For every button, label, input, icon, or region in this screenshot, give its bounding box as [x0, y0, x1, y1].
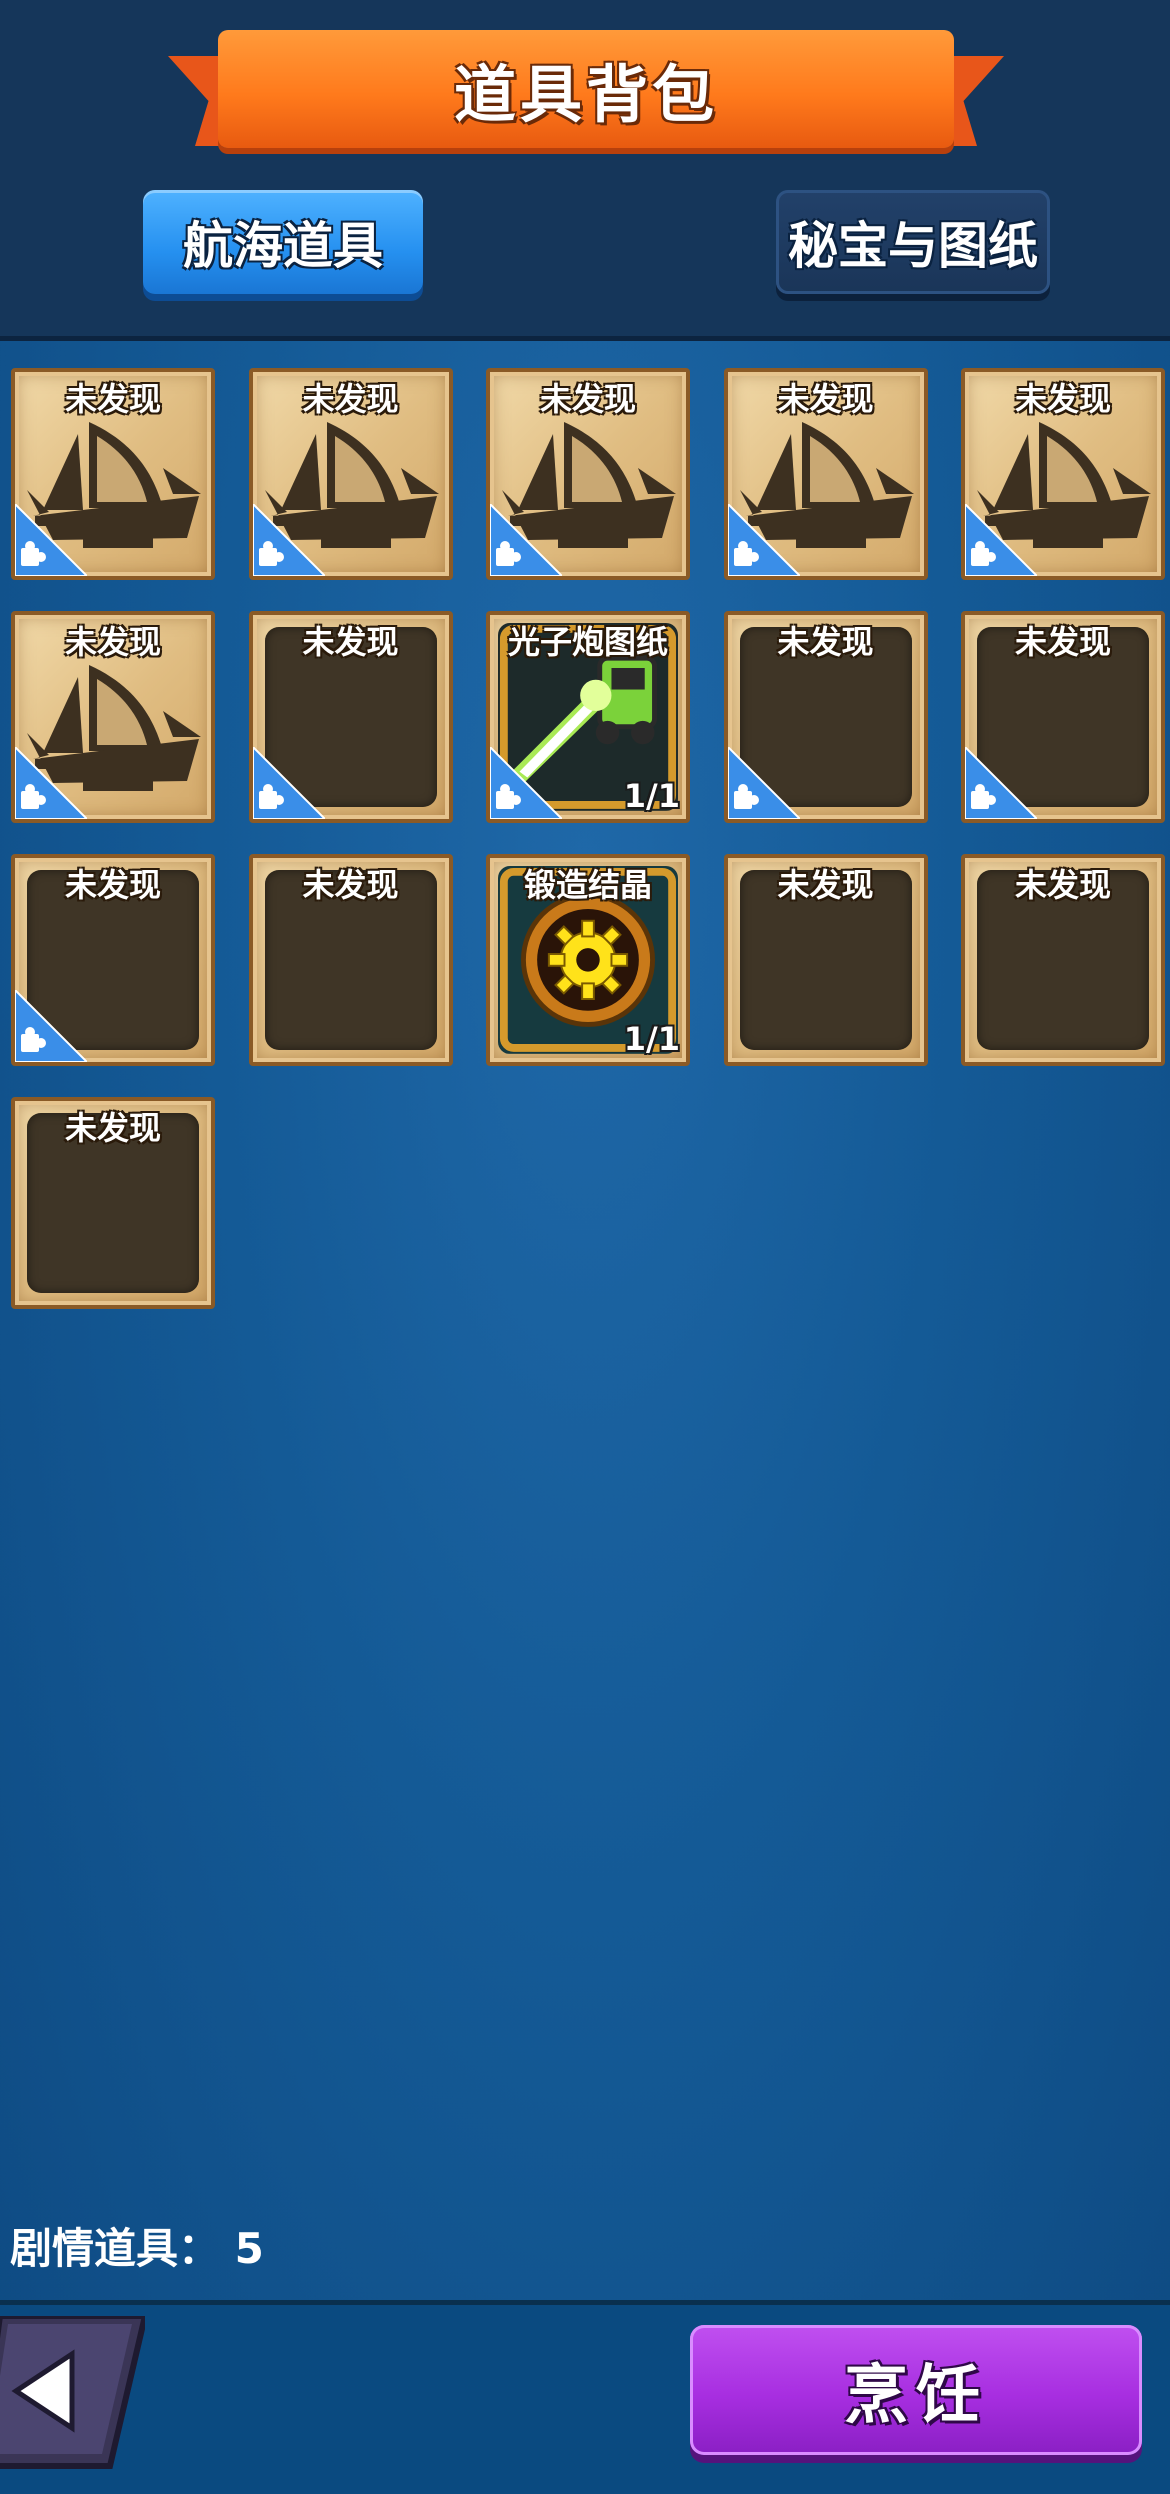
story-items-label: 剧情道具： [10, 2224, 221, 2273]
inventory-slot[interactable]: 未发现 [11, 854, 215, 1066]
back-arrow-icon [0, 2313, 149, 2469]
tab-voyage-items[interactable]: 航海道具 [143, 190, 423, 294]
inventory-slot[interactable]: 未发现 [11, 1097, 215, 1309]
inventory-slot[interactable]: 未发现 [723, 854, 928, 1066]
puzzle-piece-icon [252, 747, 325, 819]
inventory-slot[interactable]: 未发现 [11, 368, 215, 580]
back-button[interactable] [0, 2313, 149, 2476]
slot-label: 锻造结晶 [523, 866, 652, 904]
slot-label: 未发现 [64, 380, 161, 418]
slot-label: 未发现 [777, 866, 874, 904]
puzzle-piece-icon [727, 504, 800, 576]
slot-count: 1/1 [623, 1020, 680, 1058]
slot-label: 未发现 [302, 380, 399, 418]
slot-label: 未发现 [64, 623, 161, 661]
inventory-slot[interactable]: 未发现 [11, 611, 215, 823]
slot-label: 未发现 [1014, 623, 1111, 661]
story-items-count: 5 [234, 2224, 264, 2273]
puzzle-piece-icon [15, 747, 87, 819]
puzzle-piece-icon [727, 747, 800, 819]
inventory-slot[interactable]: 未发现 [723, 611, 928, 823]
slot-count: 1/1 [623, 777, 680, 815]
cook-button[interactable]: 烹饪 [690, 2325, 1142, 2455]
slot-label: 未发现 [539, 380, 636, 418]
puzzle-piece-icon [15, 990, 87, 1062]
inventory-slot[interactable]: 未发现 [961, 368, 1165, 580]
puzzle-piece-icon [252, 504, 325, 576]
story-items-summary: 剧情道具： 5 [10, 2215, 264, 2276]
inventory-slot[interactable]: 未发现 [248, 611, 453, 823]
slot-label: 未发现 [777, 623, 874, 661]
ribbon-body: 道具背包 [218, 30, 954, 148]
inventory-slot[interactable]: 未发现 [486, 368, 690, 580]
slot-label: 未发现 [302, 623, 399, 661]
slot-label: 光子炮图纸 [507, 623, 668, 661]
slot-label: 未发现 [777, 380, 874, 418]
page-title: 道具背包 [453, 58, 718, 131]
slot-label: 未发现 [1014, 866, 1111, 904]
inventory-grid: 未发现 未发现 未发现 未发现 未发现 未发现 未发现 光子炮图纸 1/1 未发现 未发现 未发现 未发… [11, 368, 1165, 1309]
slot-label: 未发现 [302, 866, 399, 904]
puzzle-piece-icon [15, 504, 87, 576]
slot-label: 未发现 [1014, 380, 1111, 418]
tab-treasures-blueprints[interactable]: 秘宝与图纸 [776, 190, 1050, 294]
inventory-slot[interactable]: 未发现 [723, 368, 928, 580]
slot-label: 未发现 [64, 1109, 161, 1147]
puzzle-piece-icon [965, 504, 1037, 576]
inventory-slot[interactable]: 未发现 [961, 611, 1165, 823]
puzzle-piece-icon [490, 504, 562, 576]
inventory-slot[interactable]: 未发现 [248, 854, 453, 1066]
inventory-slot[interactable]: 未发现 [961, 854, 1165, 1066]
puzzle-piece-icon [965, 747, 1037, 819]
title-ribbon: 道具背包 [168, 30, 1004, 156]
slot-label: 未发现 [64, 866, 161, 904]
inventory-slot[interactable]: 光子炮图纸 1/1 [486, 611, 690, 823]
inventory-slot[interactable]: 未发现 [248, 368, 453, 580]
puzzle-piece-icon [490, 747, 562, 819]
inventory-slot[interactable]: 锻造结晶 1/1 [486, 854, 690, 1066]
